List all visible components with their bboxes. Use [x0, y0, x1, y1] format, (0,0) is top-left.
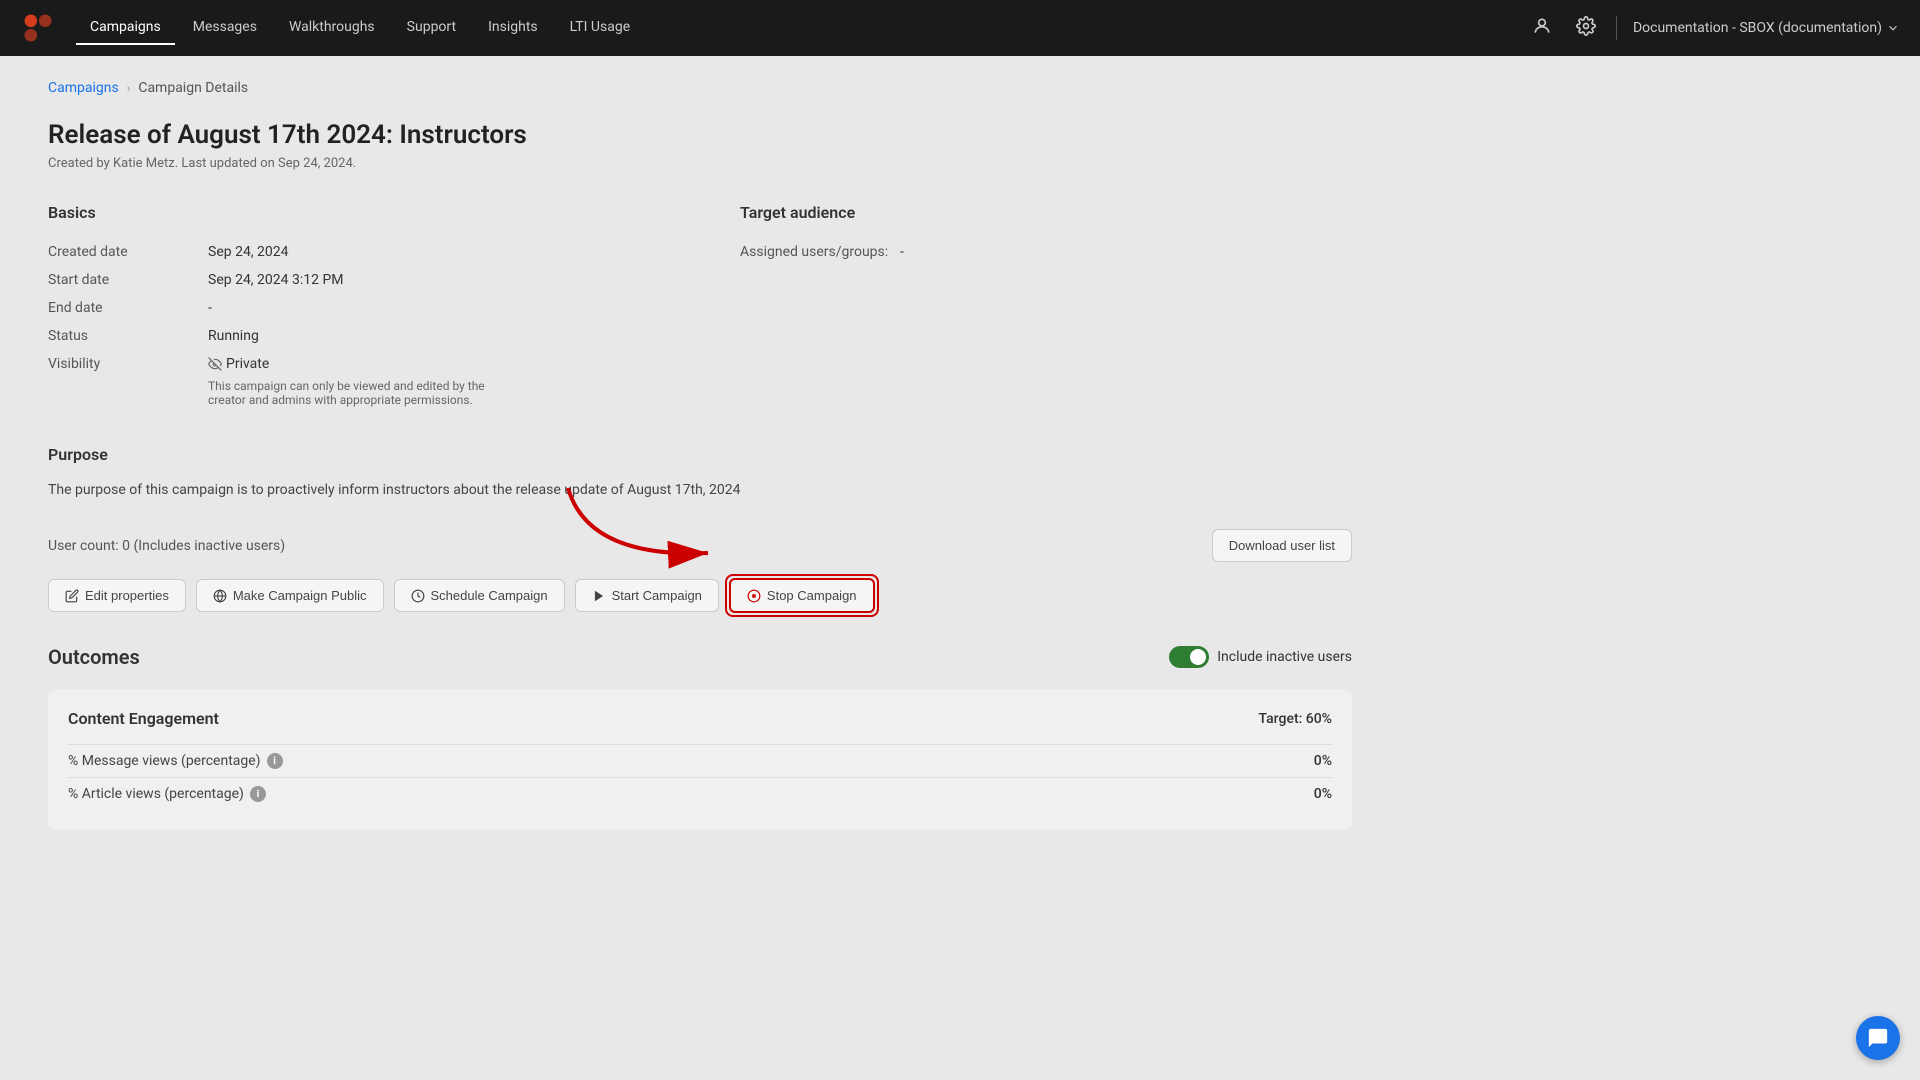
engagement-row-0: % Message views (percentage) i 0%: [68, 744, 1332, 777]
nav-lti-usage[interactable]: LTI Usage: [556, 11, 645, 45]
basics-section: Basics Created date Sep 24, 2024 Start d…: [48, 203, 660, 413]
created-date-row: Created date Sep 24, 2024: [48, 238, 660, 266]
main-nav: Campaigns Messages Walkthroughs Support …: [76, 11, 1528, 45]
status-value: Running: [208, 328, 660, 344]
visibility-row: Visibility Private This campaign can onl…: [48, 350, 660, 413]
basics-title: Basics: [48, 203, 660, 222]
target-label: Target: 60%: [1259, 711, 1332, 727]
schedule-campaign-button[interactable]: Schedule Campaign: [394, 579, 565, 612]
start-campaign-button[interactable]: Start Campaign: [575, 579, 719, 612]
edit-properties-button[interactable]: Edit properties: [48, 579, 186, 612]
assigned-row: Assigned users/groups: -: [740, 238, 1352, 266]
workspace-selector[interactable]: Documentation - SBOX (documentation): [1633, 20, 1900, 36]
engagement-card: Content Engagement Target: 60% % Message…: [48, 689, 1352, 830]
breadcrumb-current: Campaign Details: [138, 80, 248, 96]
status-row: Status Running: [48, 322, 660, 350]
assigned-label: Assigned users/groups:: [740, 244, 900, 260]
public-icon: [213, 589, 227, 603]
nav-divider: [1616, 16, 1617, 40]
purpose-text: The purpose of this campaign is to proac…: [48, 480, 1352, 501]
engagement-header: Content Engagement Target: 60%: [68, 709, 1332, 728]
nav-campaigns[interactable]: Campaigns: [76, 11, 175, 45]
settings-icon[interactable]: [1572, 12, 1600, 45]
inactive-toggle-switch[interactable]: [1169, 646, 1209, 668]
user-count: User count: 0 (Includes inactive users): [48, 538, 285, 554]
action-buttons: Edit properties Make Campaign Public Sch…: [48, 578, 1352, 613]
message-views-info-icon[interactable]: i: [267, 753, 283, 769]
stop-icon: [747, 589, 761, 603]
article-views-info-icon[interactable]: i: [250, 786, 266, 802]
top-navigation: Campaigns Messages Walkthroughs Support …: [0, 0, 1920, 56]
end-date-value: -: [208, 300, 660, 316]
make-campaign-public-button[interactable]: Make Campaign Public: [196, 579, 384, 612]
stop-campaign-button[interactable]: Stop Campaign: [729, 578, 875, 613]
engagement-row-1-value: 0%: [1314, 786, 1332, 802]
end-date-row: End date -: [48, 294, 660, 322]
assigned-value: -: [900, 244, 1352, 260]
outcomes-title: Outcomes: [48, 645, 140, 669]
engagement-row-0-label: % Message views (percentage) i: [68, 753, 283, 769]
basics-table: Created date Sep 24, 2024 Start date Sep…: [48, 238, 660, 413]
visibility-note: This campaign can only be viewed and edi…: [208, 379, 508, 407]
include-inactive-toggle[interactable]: Include inactive users: [1169, 646, 1352, 668]
action-area: Edit properties Make Campaign Public Sch…: [48, 578, 1352, 613]
start-date-value: Sep 24, 2024 3:12 PM: [208, 272, 660, 288]
nav-support[interactable]: Support: [393, 11, 470, 45]
stop-button-wrapper: Stop Campaign: [729, 578, 875, 613]
nav-right: Documentation - SBOX (documentation): [1528, 12, 1900, 45]
nav-messages[interactable]: Messages: [179, 11, 271, 45]
start-date-label: Start date: [48, 272, 208, 288]
outcomes-header: Outcomes Include inactive users: [48, 645, 1352, 669]
visibility-label: Visibility: [48, 356, 208, 372]
breadcrumb-campaigns[interactable]: Campaigns: [48, 80, 119, 96]
info-sections: Basics Created date Sep 24, 2024 Start d…: [48, 203, 1352, 413]
created-date-label: Created date: [48, 244, 208, 260]
engagement-row-0-value: 0%: [1314, 753, 1332, 769]
breadcrumb: Campaigns › Campaign Details: [48, 80, 1352, 96]
status-label: Status: [48, 328, 208, 344]
include-inactive-label: Include inactive users: [1217, 649, 1352, 665]
end-date-label: End date: [48, 300, 208, 316]
created-date-value: Sep 24, 2024: [208, 244, 660, 260]
schedule-icon: [411, 589, 425, 603]
purpose-title: Purpose: [48, 445, 1352, 464]
edit-icon: [65, 589, 79, 603]
main-content: Campaigns › Campaign Details Release of …: [0, 56, 1400, 854]
page-title: Release of August 17th 2024: Instructors: [48, 120, 1352, 150]
engagement-row-1-label: % Article views (percentage) i: [68, 786, 266, 802]
chat-bubble[interactable]: [1856, 1016, 1900, 1060]
app-logo[interactable]: [20, 10, 56, 46]
engagement-row-1: % Article views (percentage) i 0%: [68, 777, 1332, 810]
target-audience-title: Target audience: [740, 203, 1352, 222]
visibility-value: Private This campaign can only be viewed…: [208, 356, 660, 407]
download-user-list-button[interactable]: Download user list: [1212, 529, 1352, 562]
play-icon: [592, 589, 606, 603]
user-count-bar: User count: 0 (Includes inactive users) …: [48, 529, 1352, 562]
private-icon-group: Private: [208, 356, 269, 372]
breadcrumb-separator: ›: [127, 81, 131, 95]
nav-insights[interactable]: Insights: [474, 11, 552, 45]
visibility-text: Private: [226, 356, 269, 372]
nav-walkthroughs[interactable]: Walkthroughs: [275, 11, 389, 45]
page-subtitle: Created by Katie Metz. Last updated on S…: [48, 156, 1352, 171]
start-date-row: Start date Sep 24, 2024 3:12 PM: [48, 266, 660, 294]
target-audience-section: Target audience Assigned users/groups: -: [740, 203, 1352, 413]
purpose-section: Purpose The purpose of this campaign is …: [48, 445, 1352, 501]
user-icon[interactable]: [1528, 12, 1556, 45]
engagement-title: Content Engagement: [68, 709, 219, 728]
